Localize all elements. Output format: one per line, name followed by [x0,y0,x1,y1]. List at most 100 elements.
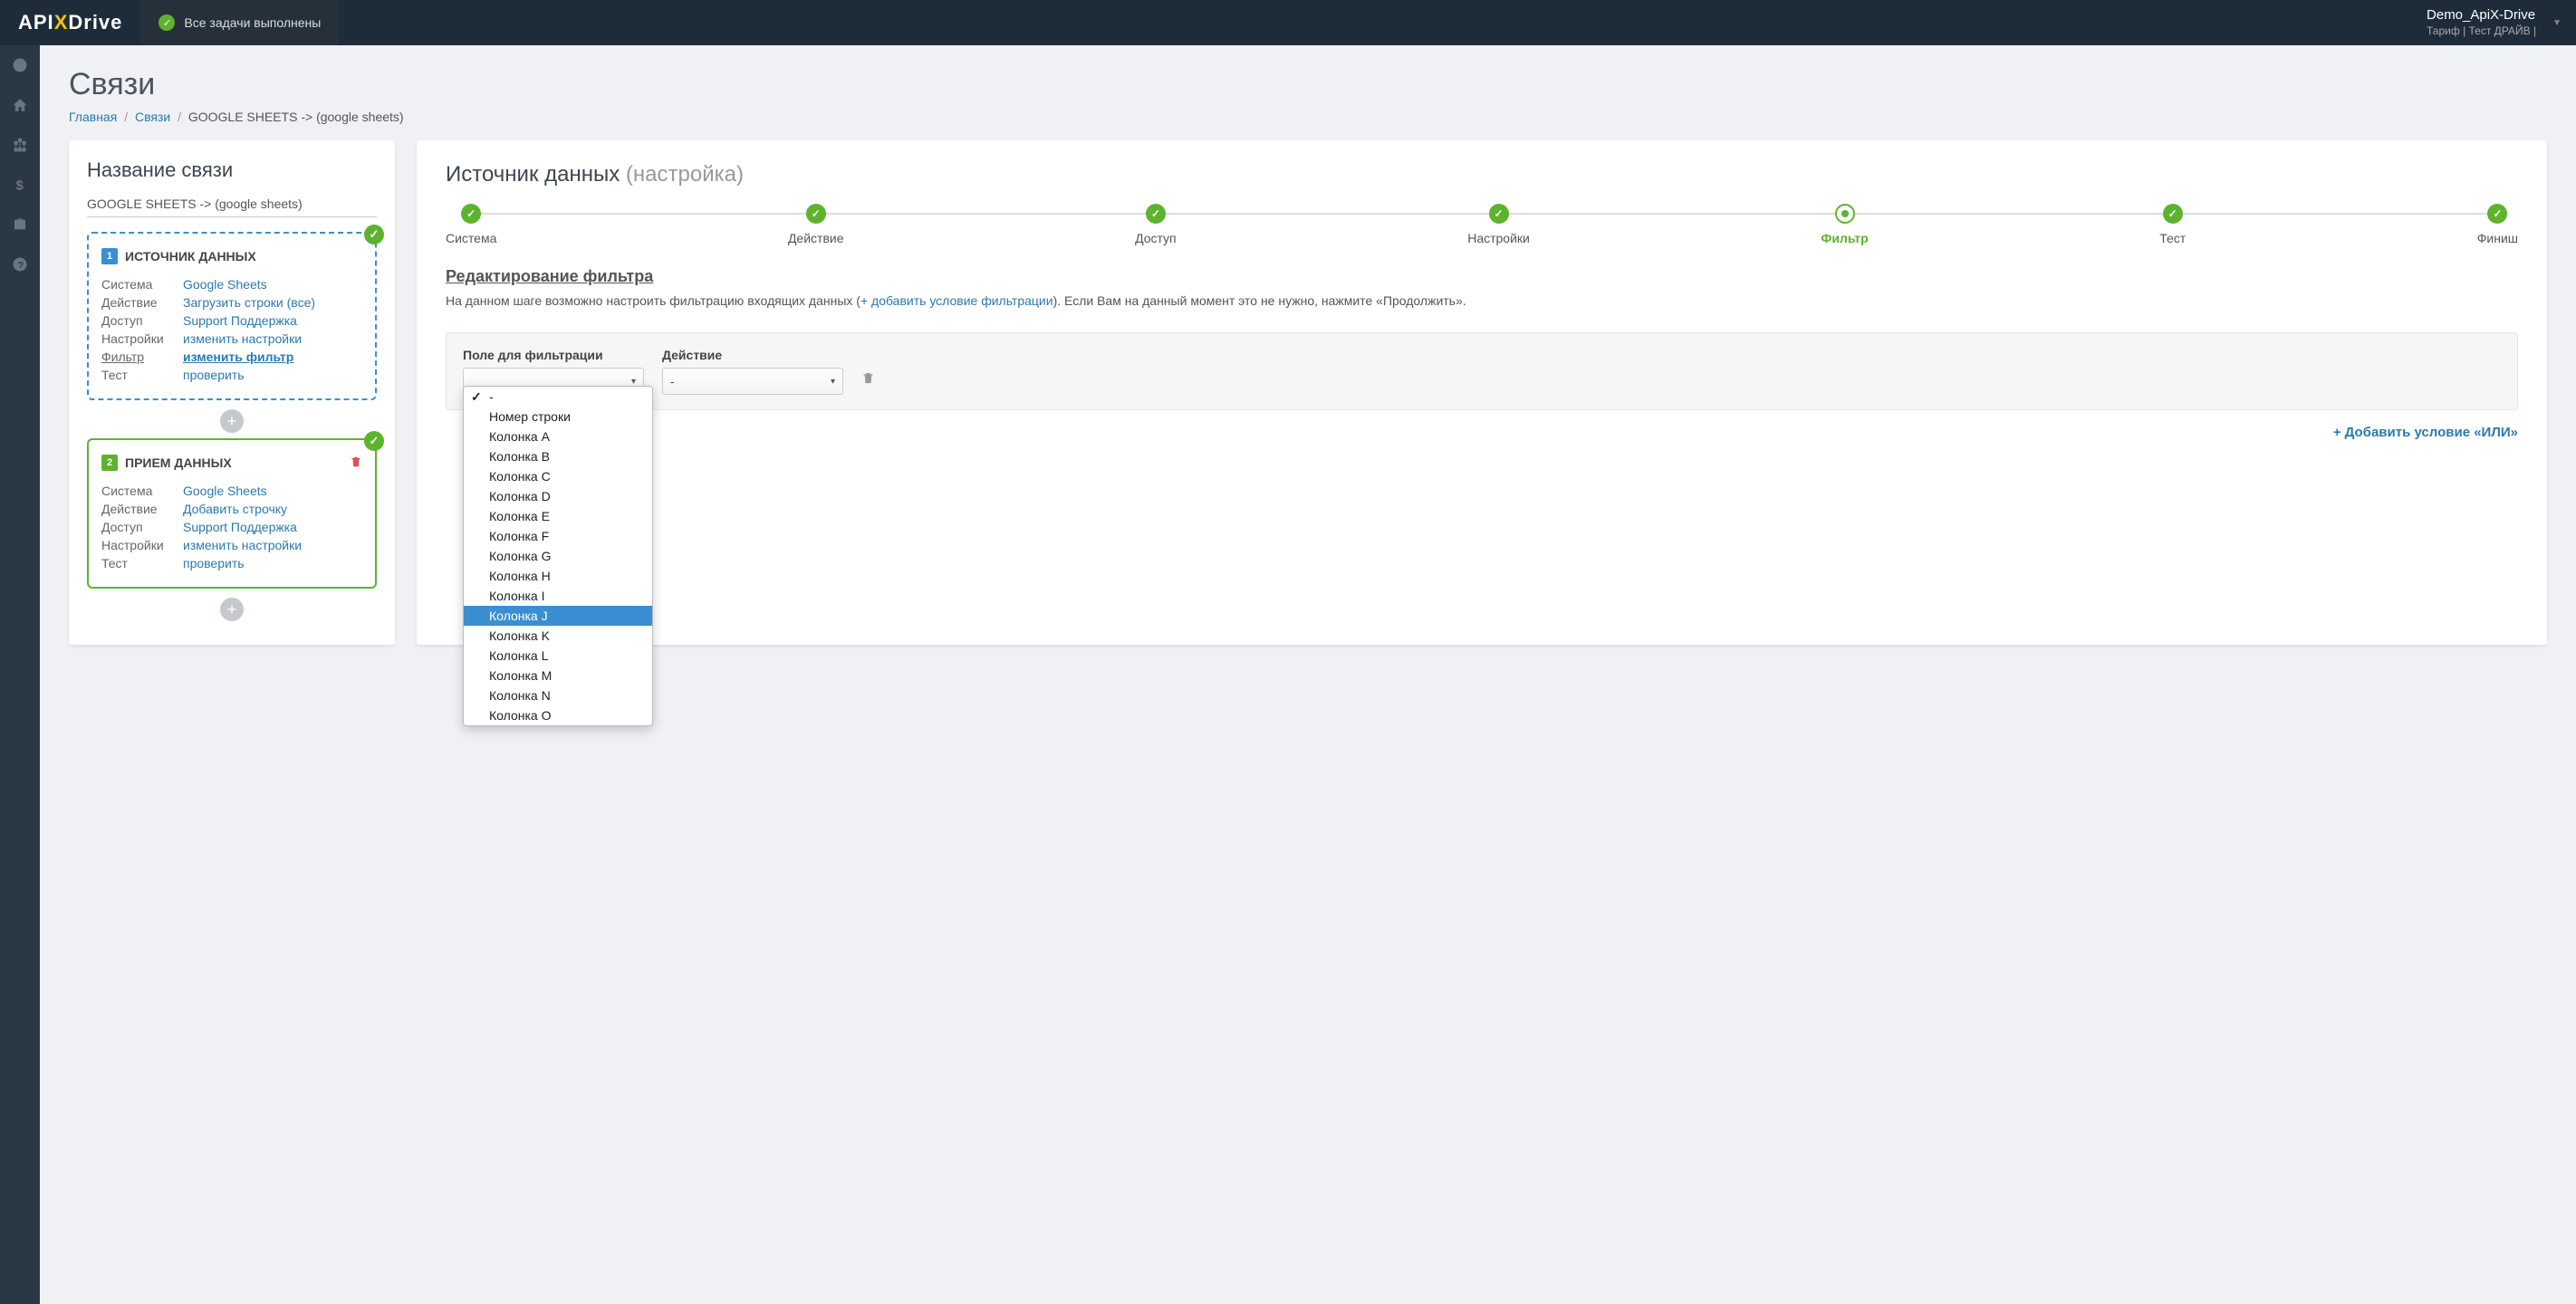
block-row: ДоступSupport Поддержка [101,312,362,330]
filter-action-col: Действие - [662,348,843,395]
nav-briefcase[interactable] [0,205,40,244]
dropdown-item[interactable]: Колонка I [464,586,652,606]
logo-api: API [18,11,54,34]
row-value[interactable]: изменить фильтр [183,350,293,364]
nav-home[interactable] [0,85,40,125]
row-label: Действие [101,502,183,516]
right-panel: Источник данных (настройка) ✓Система✓Дей… [417,140,2547,645]
row-value[interactable]: проверить [183,368,245,382]
breadcrumb-home[interactable]: Главная [69,110,117,124]
row-value[interactable]: Google Sheets [183,484,267,498]
block-row: СистемаGoogle Sheets [101,482,362,500]
header: APIXDrive ✓ Все задачи выполнены Demo_Ap… [0,0,2576,45]
dollar-icon: $ [12,177,28,193]
plus-icon: + [2333,425,2341,440]
user-menu[interactable]: Demo_ApiX-Drive Тариф | Тест ДРАЙВ | ▼ [2427,6,2562,38]
connection-name[interactable]: GOOGLE SHEETS -> (google sheets) [87,191,377,217]
dropdown-item[interactable]: Колонка E [464,506,652,526]
step-dot [1835,204,1855,224]
dropdown-item[interactable]: Колонка H [464,566,652,586]
help-icon: ? [12,256,28,273]
dropdown-item[interactable]: Номер строки [464,407,652,427]
rp-title: Источник данных (настройка) [446,162,2518,187]
block-row: Фильтризменить фильтр [101,348,362,366]
row-value[interactable]: Google Sheets [183,277,267,292]
destination-title: ПРИЕМ ДАННЫХ [125,455,232,470]
row-value[interactable]: Support Поддержка [183,313,297,328]
filter-action-select[interactable]: - [662,368,843,395]
nav-help[interactable]: ? [0,244,40,284]
step[interactable]: Фильтр [1821,204,1868,245]
step-label: Фильтр [1821,231,1868,245]
breadcrumb-sep: / [178,110,181,124]
row-value[interactable]: изменить настройки [183,331,302,346]
status-text: Все задачи выполнены [184,15,321,30]
dropdown-item[interactable]: Колонка B [464,446,652,466]
dropdown-item[interactable]: Колонка G [464,546,652,566]
arrow-right-icon [12,57,28,73]
dropdown-item[interactable]: Колонка L [464,646,652,666]
nav-billing[interactable]: $ [0,165,40,205]
row-value[interactable]: Support Поддержка [183,520,297,534]
logo-drive: Drive [68,11,122,34]
filter-field-label: Поле для фильтрации [463,348,644,362]
user-name: Demo_ApiX-Drive [2427,6,2535,24]
step[interactable]: ✓Финиш [2477,204,2518,245]
step-dot: ✓ [1489,204,1509,224]
dropdown-item[interactable]: Колонка O [464,705,652,725]
add-or-condition[interactable]: +Добавить условие «ИЛИ» [446,425,2518,440]
dropdown-item[interactable]: Колонка M [464,666,652,686]
step[interactable]: ✓Тест [2159,204,2186,245]
caret-down-icon: ▼ [2552,18,2562,28]
section-desc: На данном шаге возможно настроить фильтр… [446,292,2518,311]
dropdown-item[interactable]: Колонка C [464,466,652,486]
nav-connections[interactable] [0,125,40,165]
step-label: Тест [2159,231,2186,245]
section-head: Редактирование фильтра [446,267,2518,286]
row-value[interactable]: Загрузить строки (все) [183,295,315,310]
step[interactable]: ✓Настройки [1467,204,1530,245]
dropdown-item[interactable]: Колонка F [464,526,652,546]
step-label: Финиш [2477,231,2518,245]
desc-pre: На данном шаге возможно настроить фильтр… [446,293,860,308]
trash-icon [861,371,875,385]
row-label: Действие [101,295,183,310]
svg-text:$: $ [16,177,24,193]
dropdown-item[interactable]: Колонка K [464,626,652,646]
add-source-button[interactable]: + [220,409,244,433]
sidebar: $ ? [0,45,40,1304]
destination-block: ✓ 2 ПРИЕМ ДАННЫХ СистемаGoogle SheetsДей… [87,438,377,589]
nav-arrow[interactable] [0,45,40,85]
row-label: Тест [101,368,183,382]
panel-title: Название связи [87,158,377,182]
row-value[interactable]: изменить настройки [183,538,302,552]
svg-text:?: ? [18,260,24,271]
dropdown-item[interactable]: Колонка J [464,606,652,626]
dropdown-item[interactable]: Колонка N [464,686,652,705]
row-label: Доступ [101,313,183,328]
delete-block-button[interactable] [350,455,362,471]
row-value[interactable]: проверить [183,556,245,570]
step-dot: ✓ [461,204,481,224]
desc-post: ). Если Вам на данный момент это не нужн… [1053,293,1466,308]
block-row: Тестпроверить [101,366,362,384]
dropdown-item[interactable]: Колонка A [464,427,652,446]
check-badge-icon: ✓ [364,431,384,451]
add-condition-link[interactable]: + добавить условие фильтрации [860,293,1053,308]
step[interactable]: ✓Система [446,204,496,245]
delete-filter-button[interactable] [861,371,875,389]
row-label: Фильтр [101,350,183,364]
row-value[interactable]: Добавить строчку [183,502,287,516]
step[interactable]: ✓Доступ [1135,204,1177,245]
breadcrumb-links[interactable]: Связи [135,110,170,124]
step-dot: ✓ [806,204,826,224]
row-label: Настройки [101,331,183,346]
dropdown-item[interactable]: - [464,387,652,407]
destination-header: 2 ПРИЕМ ДАННЫХ [101,455,362,471]
add-destination-button[interactable]: + [220,598,244,621]
source-header: 1 ИСТОЧНИК ДАННЫХ [101,248,362,264]
step[interactable]: ✓Действие [788,204,844,245]
dropdown-item[interactable]: Колонка D [464,486,652,506]
check-badge-icon: ✓ [364,225,384,244]
logo[interactable]: APIXDrive [0,0,140,45]
